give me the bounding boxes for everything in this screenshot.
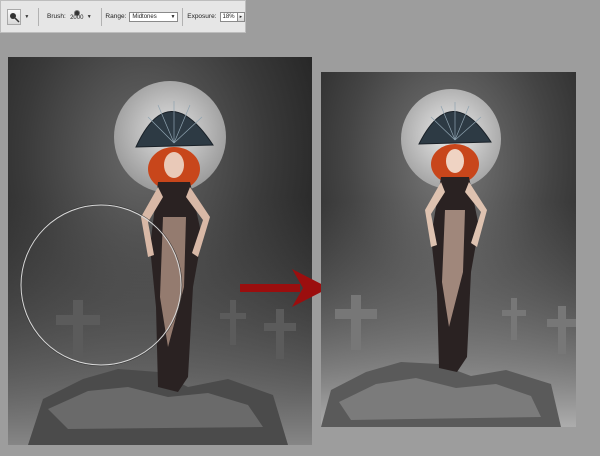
tool-preset-dropdown-icon[interactable]: ▼ [24,14,29,20]
chevron-down-icon: ▼ [170,13,176,20]
separator [100,7,102,26]
brush-dropdown-icon[interactable]: ▼ [87,14,92,20]
range-value: Midtones [132,13,157,20]
brush-label: Brush: [47,13,66,20]
exposure-field[interactable]: 18% [219,11,238,22]
separator [182,7,184,26]
before-image[interactable] [8,57,312,445]
exposure-label: Exposure: [187,13,217,20]
dodge-tool-icon[interactable] [7,8,22,25]
brush-size: 2000 [70,15,84,21]
range-label: Range: [105,13,127,20]
separator [38,7,40,26]
exposure-stepper[interactable]: ▸ [237,11,245,22]
range-select[interactable]: Midtones ▼ [129,11,179,22]
after-image[interactable] [321,72,576,427]
brush-preview[interactable]: 2000 [70,8,84,26]
tool-options-bar: ▼ Brush: 2000 ▼ Range: Midtones ▼ Exposu… [0,0,246,33]
